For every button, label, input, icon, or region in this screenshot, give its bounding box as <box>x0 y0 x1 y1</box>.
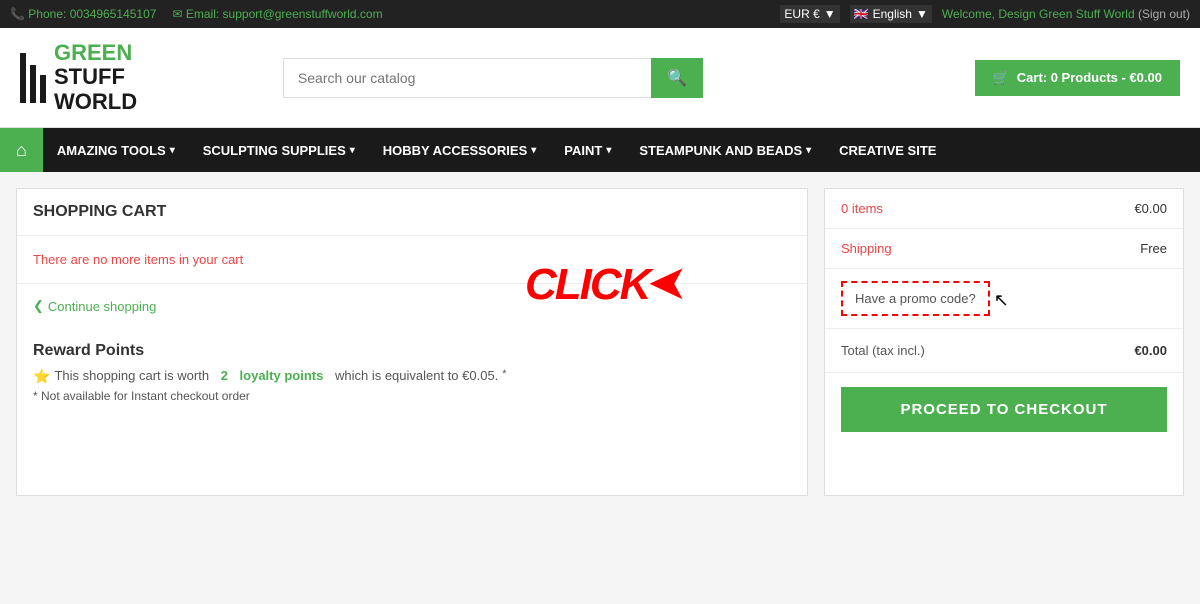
nav-label-hobby-accessories: HOBBY ACCESSORIES <box>383 143 527 158</box>
phone-info: 📞 Phone: 0034965145107 <box>10 7 156 21</box>
header: GREEN STUFF WORLD 🔍 🛒 Cart: 0 Products -… <box>0 28 1200 128</box>
cart-label: Cart: 0 Products - €0.00 <box>1017 70 1162 85</box>
nav-label-amazing-tools: AMAZING TOOLS <box>57 143 166 158</box>
items-value: €0.00 <box>1134 201 1167 216</box>
language-label: English <box>873 7 912 21</box>
nav-label-sculpting-supplies: SCULPTING SUPPLIES <box>203 143 346 158</box>
shipping-row: Shipping Free <box>825 229 1183 269</box>
logo-green: GREEN <box>54 40 132 65</box>
promo-row: Have a promo code? ↖ CLICK ➤ <box>825 269 1183 329</box>
search-icon: 🔍 <box>667 70 687 87</box>
navigation: ⌂ AMAZING TOOLS ▾ SCULPTING SUPPLIES ▾ H… <box>0 128 1200 172</box>
nav-item-sculpting-supplies[interactable]: SCULPTING SUPPLIES ▾ <box>189 128 369 172</box>
promo-code-button[interactable]: Have a promo code? <box>841 281 990 316</box>
cart-section: SHOPPING CART There are no more items in… <box>16 188 808 496</box>
items-row: 0 items €0.00 <box>825 189 1183 229</box>
shipping-label: Shipping <box>841 241 892 256</box>
sign-out-link[interactable]: (Sign out) <box>1138 7 1190 21</box>
logo-bars <box>20 53 46 103</box>
reward-text-prefix: This shopping cart is worth <box>54 368 209 383</box>
logo-link[interactable]: GREEN STUFF WORLD <box>20 41 137 114</box>
chevron-down-icon: ▾ <box>170 145 175 156</box>
chevron-down-icon: ▾ <box>531 145 536 156</box>
loyalty-points-value: 2 <box>221 368 228 383</box>
cursor-icon: ↖ <box>994 290 1009 311</box>
main-content: SHOPPING CART There are no more items in… <box>0 172 1200 512</box>
currency-label: EUR € <box>784 7 819 21</box>
nav-label-creative-site: CREATIVE SITE <box>839 143 936 158</box>
nav-item-creative-site[interactable]: CREATIVE SITE <box>825 128 950 172</box>
top-bar: 📞 Phone: 0034965145107 ✉ Email: support@… <box>0 0 1200 28</box>
phone-number: 0034965145107 <box>70 7 157 21</box>
flag-icon: 🇬🇧 <box>854 7 869 21</box>
phone-icon: 📞 <box>10 7 25 21</box>
chevron-left-icon: ❮ <box>33 298 44 314</box>
cart-icon: 🛒 <box>993 70 1009 86</box>
welcome-text: Welcome, Design Green Stuff World (Sign … <box>942 7 1190 21</box>
total-row: Total (tax incl.) €0.00 <box>825 329 1183 373</box>
logo-text: GREEN STUFF WORLD <box>54 41 137 114</box>
phone-label: Phone: <box>28 7 66 21</box>
search-input[interactable] <box>283 58 651 98</box>
items-label: 0 items <box>841 201 883 216</box>
shipping-value: Free <box>1140 241 1167 256</box>
total-value: €0.00 <box>1134 343 1167 358</box>
welcome-user: Design Green Stuff World <box>998 7 1134 21</box>
nav-label-steampunk: STEAMPUNK AND BEADS <box>639 143 802 158</box>
reward-text-suffix: which is equivalent to €0.05. <box>335 368 498 383</box>
nav-item-steampunk[interactable]: STEAMPUNK AND BEADS ▾ <box>625 128 825 172</box>
cart-title: SHOPPING CART <box>17 189 807 236</box>
checkout-button[interactable]: PROCEED TO CHECKOUT <box>841 387 1167 432</box>
continue-shopping-link[interactable]: ❮ Continue shopping <box>17 284 807 328</box>
nav-item-paint[interactable]: PAINT ▾ <box>550 128 625 172</box>
order-summary: 0 items €0.00 Shipping Free Have a promo… <box>824 188 1184 496</box>
search-button[interactable]: 🔍 <box>651 58 703 98</box>
email-address: support@greenstuffworld.com <box>223 7 383 21</box>
email-info: ✉ Email: support@greenstuffworld.com <box>172 7 382 21</box>
nav-item-hobby-accessories[interactable]: HOBBY ACCESSORIES ▾ <box>369 128 551 172</box>
cart-button[interactable]: 🛒 Cart: 0 Products - €0.00 <box>975 60 1180 96</box>
loyalty-points-label: loyalty points <box>240 368 324 383</box>
nav-item-amazing-tools[interactable]: AMAZING TOOLS ▾ <box>43 128 189 172</box>
currency-arrow-icon: ▼ <box>824 7 836 21</box>
star-icon: ⭐ <box>33 368 50 385</box>
reward-points-title: Reward Points <box>33 342 791 360</box>
promo-code-label: Have a promo code? <box>855 291 976 306</box>
checkout-area: PROCEED TO CHECKOUT <box>825 373 1183 446</box>
currency-selector[interactable]: EUR € ▼ <box>780 5 839 23</box>
home-icon: ⌂ <box>16 140 27 161</box>
reward-note: * Not available for Instant checkout ord… <box>33 389 791 403</box>
chevron-down-icon: ▾ <box>350 145 355 156</box>
logo-line2: STUFF <box>54 65 137 89</box>
language-arrow-icon: ▼ <box>916 7 928 21</box>
top-bar-right: EUR € ▼ 🇬🇧 English ▼ Welcome, Design Gre… <box>780 5 1190 23</box>
continue-shopping-label: Continue shopping <box>48 299 156 314</box>
reward-asterisk: * <box>502 368 506 380</box>
logo-line3: WORLD <box>54 90 137 114</box>
logo-bar-3 <box>40 75 46 103</box>
nav-home-button[interactable]: ⌂ <box>0 128 43 172</box>
reward-points-text: ⭐ This shopping cart is worth 2 loyalty … <box>33 368 791 385</box>
welcome-prefix: Welcome, <box>942 7 995 21</box>
search-area: 🔍 <box>283 58 703 98</box>
top-bar-left: 📞 Phone: 0034965145107 ✉ Email: support@… <box>10 7 764 21</box>
chevron-down-icon: ▾ <box>606 145 611 156</box>
total-label: Total (tax incl.) <box>841 343 925 358</box>
language-selector[interactable]: 🇬🇧 English ▼ <box>850 5 932 23</box>
nav-label-paint: PAINT <box>564 143 602 158</box>
chevron-down-icon: ▾ <box>806 145 811 156</box>
cart-empty-message: There are no more items in your cart <box>17 236 807 284</box>
email-label: Email: <box>186 7 219 21</box>
reward-points-section: Reward Points ⭐ This shopping cart is wo… <box>17 328 807 417</box>
logo-bar-2 <box>30 65 36 103</box>
email-icon: ✉ <box>172 7 182 21</box>
logo-bar-1 <box>20 53 26 103</box>
